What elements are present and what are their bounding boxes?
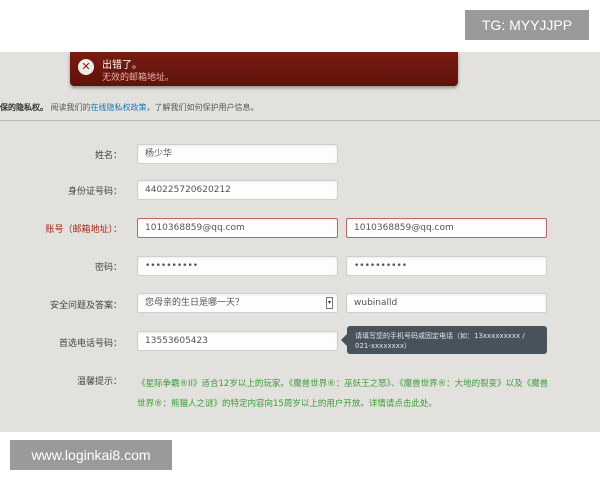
password-confirm-field[interactable]: •••••••••• <box>346 256 547 276</box>
privacy-policy-link[interactable]: 在线隐私权政策 <box>91 103 147 112</box>
divider <box>0 120 600 121</box>
name-field[interactable]: 杨少华 <box>137 144 338 164</box>
security-label: 安全问题及答案： <box>49 301 122 311</box>
privacy-text-after: ，了解我们如何保护用户信息。 <box>146 103 259 112</box>
error-banner: ✕ 出错了。 无效的邮箱地址。 <box>70 52 458 86</box>
close-icon[interactable]: ✕ <box>78 59 94 75</box>
chevron-down-icon: ▾ <box>326 297 333 309</box>
email-confirm-field[interactable]: 1010368859@qq.com <box>346 218 547 238</box>
notice-label: 温馨提示： <box>76 377 122 387</box>
phone-field[interactable]: 13553605423 <box>137 331 338 351</box>
error-message: 无效的邮箱地址。 <box>102 73 175 83</box>
registration-page: ✕ 出错了。 无效的邮箱地址。 保的隐私权。 阅读我们的在线隐私权政策，了解我们… <box>0 52 600 432</box>
security-question-value: 您母亲的生日是哪一天？ <box>145 298 245 308</box>
account-label: 账号（邮箱地址）： <box>45 225 122 235</box>
password-label: 密码： <box>94 263 122 273</box>
phone-tooltip: 请填写您的手机号码或固定电话（如：13xxxxxxxxx / 021-xxxxx… <box>341 326 547 354</box>
age-notice-text: 《星际争霸®II》适合12岁以上的玩家。《魔兽世界®：巫妖王之怒》、《魔兽世界®… <box>137 379 549 409</box>
email-field[interactable]: 1010368859@qq.com <box>137 218 338 238</box>
watermark-tg: TG: MYYJJPP <box>465 10 589 40</box>
password-field[interactable]: •••••••••• <box>137 256 338 276</box>
id-number-label: 身份证号码： <box>67 187 122 197</box>
security-question-select[interactable]: 您母亲的生日是哪一天？ ▾ <box>137 293 338 313</box>
security-answer-field[interactable]: wubinalld <box>346 293 547 313</box>
phone-label: 首选电话号码： <box>58 339 122 349</box>
error-title: 出错了。 <box>102 60 142 71</box>
privacy-notice: 保的隐私权。 阅读我们的在线隐私权政策，了解我们如何保护用户信息。 <box>0 102 259 113</box>
name-label: 姓名： <box>94 151 122 161</box>
privacy-text-before: 阅读我们的 <box>50 103 91 112</box>
privacy-lead: 保的隐私权。 <box>0 103 48 112</box>
id-number-field[interactable]: 440225720620212 <box>137 180 338 200</box>
watermark-site: www.loginkai8.com <box>10 440 172 470</box>
